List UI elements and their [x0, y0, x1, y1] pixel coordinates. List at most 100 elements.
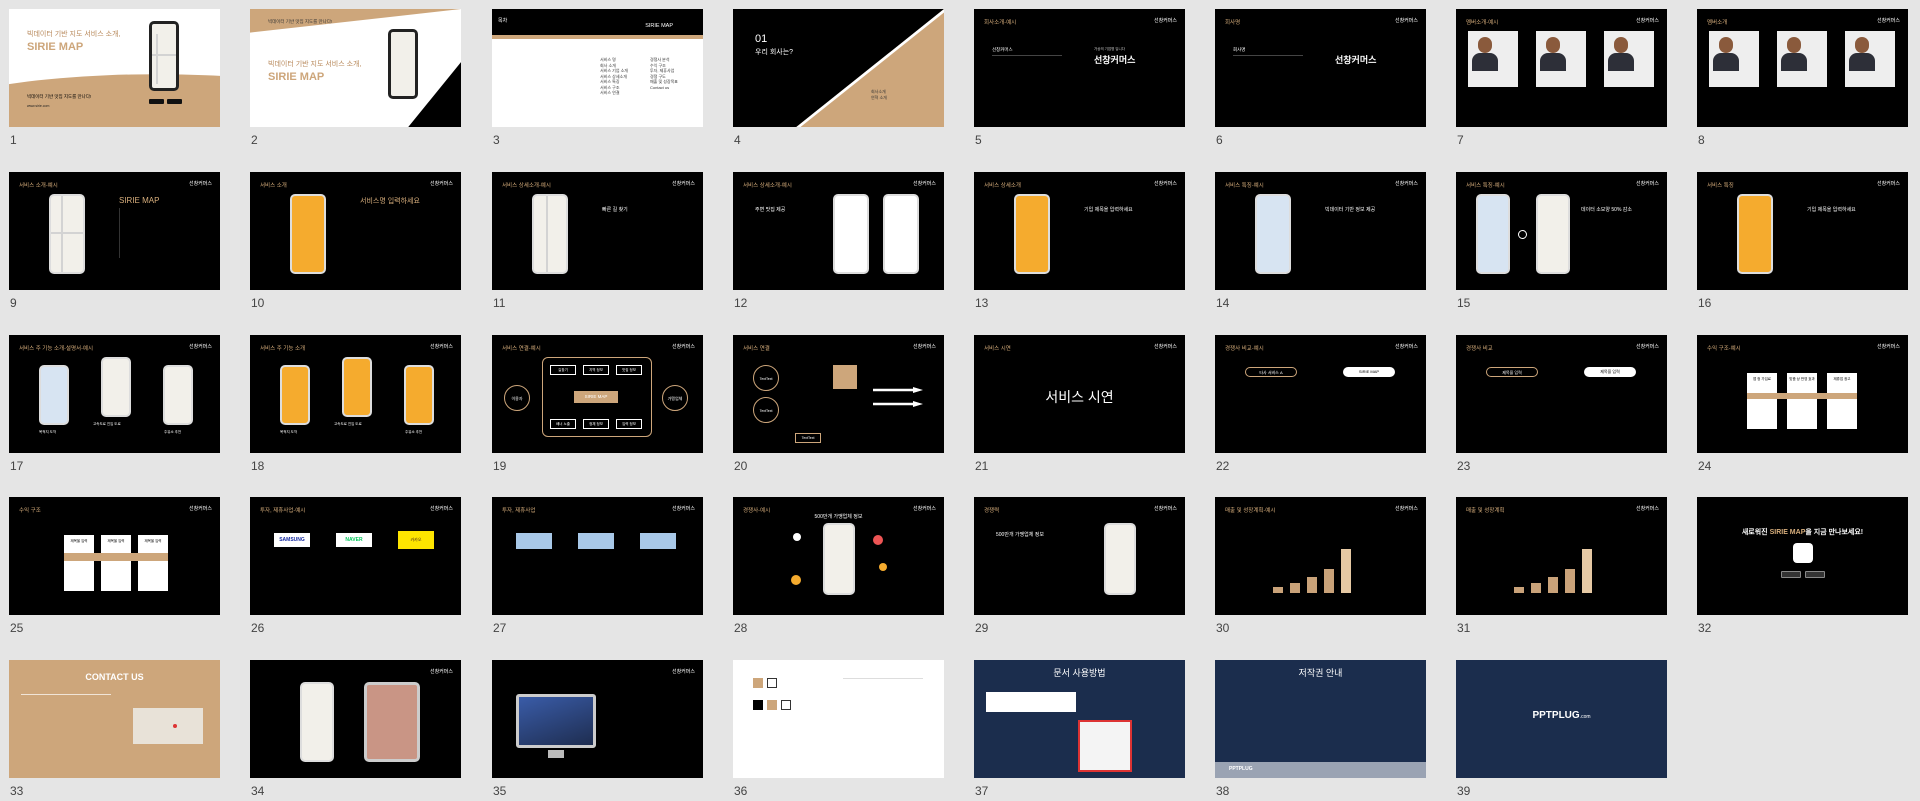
- logo: 선창커머스: [188, 344, 212, 350]
- growth-bar: [1565, 569, 1575, 593]
- slide-thumbnail-33[interactable]: CONTACT US 33: [9, 660, 220, 798]
- slide-thumbnail-28[interactable]: 경쟁사-예시 선창커머스 500만개 가맹업체 정보 28: [733, 497, 944, 635]
- brand-name: 선창커머스: [1335, 55, 1377, 65]
- slide-thumbnail-37[interactable]: 문서 사용방법 37: [974, 660, 1185, 798]
- slide-thumbnail-32[interactable]: 새로워진 SIRIE MAP을 지금 만나보세요! 32: [1697, 497, 1908, 635]
- logo: 선창커머스: [1876, 181, 1900, 187]
- slide-thumbnail-39[interactable]: PPTPLUG.com 39: [1456, 660, 1667, 798]
- slide-number: 22: [1216, 459, 1230, 473]
- slide-thumbnail-17[interactable]: 서비스 주 기능 소개-설명서-예시 선창커머스 목적지 도착 고속도로 진입 …: [9, 335, 220, 473]
- slide-thumbnail-6[interactable]: 회사명 선창커머스 회사명 선창커머스 6: [1215, 9, 1426, 147]
- slide-canvas: 서비스 소개 선창커머스 서비스명 입력하세요: [250, 172, 461, 290]
- slide-thumbnail-34[interactable]: 선창커머스 34: [250, 660, 461, 798]
- phone-mockup: [388, 29, 418, 99]
- app-store-badge: [1781, 571, 1801, 578]
- slide-thumbnail-13[interactable]: 서비스 상세소개 선창커머스 기입 제목을 입력하세요 13: [974, 172, 1185, 310]
- slide-thumbnail-21[interactable]: 서비스 시연 선창커머스 서비스 시연 21: [974, 335, 1185, 473]
- slide-thumbnail-24[interactable]: 수익 구조-예시 선창커머스 앱 정 가입료 맞춤 상 반영 효과 제휴업 광고…: [1697, 335, 1908, 473]
- member-photo: [1536, 31, 1586, 87]
- logo: 선창커머스: [1153, 506, 1177, 512]
- slide-header: 경쟁사 비교: [1466, 346, 1493, 352]
- slide-thumbnail-9[interactable]: 서비스 소개-예시 선창커머스 SIRIE MAP 9: [9, 172, 220, 310]
- slide-number: 36: [734, 784, 748, 798]
- tan-band: [1747, 393, 1857, 399]
- slide-number: 21: [975, 459, 989, 473]
- slide-number: 15: [1457, 296, 1471, 310]
- logo: 선창커머스: [1394, 181, 1418, 187]
- phone-mockup: [300, 682, 334, 762]
- compare-pill: 제목을 입력: [1584, 367, 1636, 377]
- slide-number: 39: [1457, 784, 1471, 798]
- slide-thumbnail-4[interactable]: 01 우리 회사는? 회사소개 연혁 소개 4: [733, 9, 944, 147]
- phone-mockup: [532, 194, 568, 274]
- slide-thumbnail-7[interactable]: 멤버소개-예시 선창커머스 7: [1456, 9, 1667, 147]
- image-placeholder: [640, 533, 676, 549]
- contact-details: [21, 694, 111, 764]
- circle-node: TextText: [753, 365, 779, 391]
- slide-thumbnail-8[interactable]: 멤버소개 선창커머스 8: [1697, 9, 1908, 147]
- growth-bar: [1514, 587, 1524, 593]
- feature-title: 빅데이터 기반 정보 제공: [1325, 207, 1376, 213]
- slide-canvas: 수익 구조 선창커머스 제목을 입력 제목을 입력 제목을 입력: [9, 497, 220, 615]
- slide-thumbnail-12[interactable]: 서비스 상세소개-예시 선창커머스 주변 맛집 제공 12: [733, 172, 944, 310]
- slide-thumbnail-25[interactable]: 수익 구조 선창커머스 제목을 입력 제목을 입력 제목을 입력 25: [9, 497, 220, 635]
- slide-header: 서비스 상세소개: [984, 183, 1021, 189]
- slide-thumbnail-38[interactable]: 저작권 안내 PPTPLUG 38: [1215, 660, 1426, 798]
- logo: 선창커머스: [429, 181, 453, 187]
- slide-canvas: 서비스 특징-예시 선창커머스 데이터 소모양 50% 감소: [1456, 172, 1667, 290]
- slide-number: 16: [1698, 296, 1712, 310]
- slide-sub: 빅데이터 기반 맛집 지도를 만나다!: [27, 94, 92, 99]
- logo: 선창커머스: [429, 344, 453, 350]
- slide-thumbnail-5[interactable]: 회사소개-예시 선창커머스 선창커머스 가상의 기업명 입니다 선창커머스 5: [974, 9, 1185, 147]
- slide-thumbnail-14[interactable]: 서비스 특징-예시 선창커머스 빅데이터 기반 정보 제공 14: [1215, 172, 1426, 310]
- slide-thumbnail-23[interactable]: 경쟁사 비교 선창커머스 제목을 입력 제목을 입력 23: [1456, 335, 1667, 473]
- slide-canvas: 경쟁력 선창커머스 500만개 가맹업체 정보: [974, 497, 1185, 615]
- slide-header: 서비스 시연: [984, 346, 1011, 352]
- logo: 선창커머스: [912, 506, 936, 512]
- slide-number: 31: [1457, 621, 1471, 635]
- slide-thumbnail-1[interactable]: 빅데이터 기반 지도 서비스 소개, SIRIE MAP 빅데이터 기반 맛집 …: [9, 9, 220, 147]
- slide-thumbnail-20[interactable]: 서비스 연결 선창커머스 TextText TextText TextText …: [733, 335, 944, 473]
- slide-thumbnail-29[interactable]: 경쟁력 선창커머스 500만개 가맹업체 정보 29: [974, 497, 1185, 635]
- flow-box: 정체 정보: [583, 419, 609, 429]
- logo: 선창커머스: [1635, 344, 1659, 350]
- swatch: [753, 700, 763, 710]
- slide-canvas: 경쟁사 비교-예시 선창커머스 타사 서비스 A SIRIE MAP: [1215, 335, 1426, 453]
- slide-thumbnail-22[interactable]: 경쟁사 비교-예시 선창커머스 타사 서비스 A SIRIE MAP 22: [1215, 335, 1426, 473]
- app-icon: [1793, 543, 1813, 563]
- slide-number: 3: [493, 133, 500, 147]
- feature-title: 기입 제목을 입력하세요: [1084, 207, 1133, 213]
- logo: 선창커머스: [188, 506, 212, 512]
- slide-thumbnail-26[interactable]: 투자, 제휴사업-예시 선창커머스 SAMSUNG NAVER 카카오 26: [250, 497, 461, 635]
- slide-canvas: 회사소개-예시 선창커머스 선창커머스 가상의 기업명 입니다 선창커머스: [974, 9, 1185, 127]
- slide-header: 멤버소개-예시: [1466, 20, 1499, 26]
- slide-thumbnail-30[interactable]: 매출 및 성장계획-예시 선창커머스 30: [1215, 497, 1426, 635]
- partner-logo: 카카오: [398, 531, 434, 549]
- slide-thumbnail-2[interactable]: 빅데이터 기반 맛집 지도를 만나다! 빅데이터 기반 지도 서비스 소개, S…: [250, 9, 461, 147]
- circle-node: TextText: [753, 397, 779, 423]
- slide-title: 목차: [498, 18, 508, 24]
- slide-thumbnail-36[interactable]: 36: [733, 660, 944, 798]
- slide-thumbnail-15[interactable]: 서비스 특징-예시 선창커머스 데이터 소모양 50% 감소 15: [1456, 172, 1667, 310]
- compare-pill: 제목을 입력: [1486, 367, 1538, 377]
- slide-thumbnail-35[interactable]: 선창커머스 35: [492, 660, 703, 798]
- slide-number: 9: [10, 296, 17, 310]
- slide-canvas: CONTACT US: [9, 660, 220, 778]
- slide-canvas: 멤버소개-예시 선창커머스: [1456, 9, 1667, 127]
- slide-thumbnail-19[interactable]: 서비스 연결-예시 선창커머스 이용자 가맹업체 SIRIE MAP 길찾기 지…: [492, 335, 703, 473]
- slide-thumbnail-11[interactable]: 서비스 상세소개-예시 선창커머스 빠른 길 찾기 11: [492, 172, 703, 310]
- slide-thumbnail-31[interactable]: 매출 및 성장계획 선창커머스 31: [1456, 497, 1667, 635]
- image-placeholder: [516, 533, 552, 549]
- slide-heading: CONTACT US: [85, 672, 144, 682]
- slide-thumbnail-16[interactable]: 서비스 특징 선창커머스 기입 제목을 입력하세요 16: [1697, 172, 1908, 310]
- slide-thumbnail-18[interactable]: 서비스 주 기능 소개 선창커머스 목적지 도착 고속도로 진입 도로 주유소 …: [250, 335, 461, 473]
- slide-thumbnail-10[interactable]: 서비스 소개 선창커머스 서비스명 입력하세요 10: [250, 172, 461, 310]
- slide-thumbnail-3[interactable]: 목차 SIRIE MAP 서비스 명 회사 소개 서비스 기업 소개 서비스 상세소개…: [492, 9, 703, 147]
- slide-thumbnail-27[interactable]: 투자, 제휴사업 선창커머스 27: [492, 497, 703, 635]
- slide-number: 18: [251, 459, 265, 473]
- growth-bar: [1531, 583, 1541, 593]
- footer-logo: PPTPLUG: [1229, 766, 1253, 772]
- partner-node: 가맹업체: [662, 385, 688, 411]
- highlight-box: [833, 365, 857, 389]
- slide-header: 멤버소개: [1707, 20, 1728, 26]
